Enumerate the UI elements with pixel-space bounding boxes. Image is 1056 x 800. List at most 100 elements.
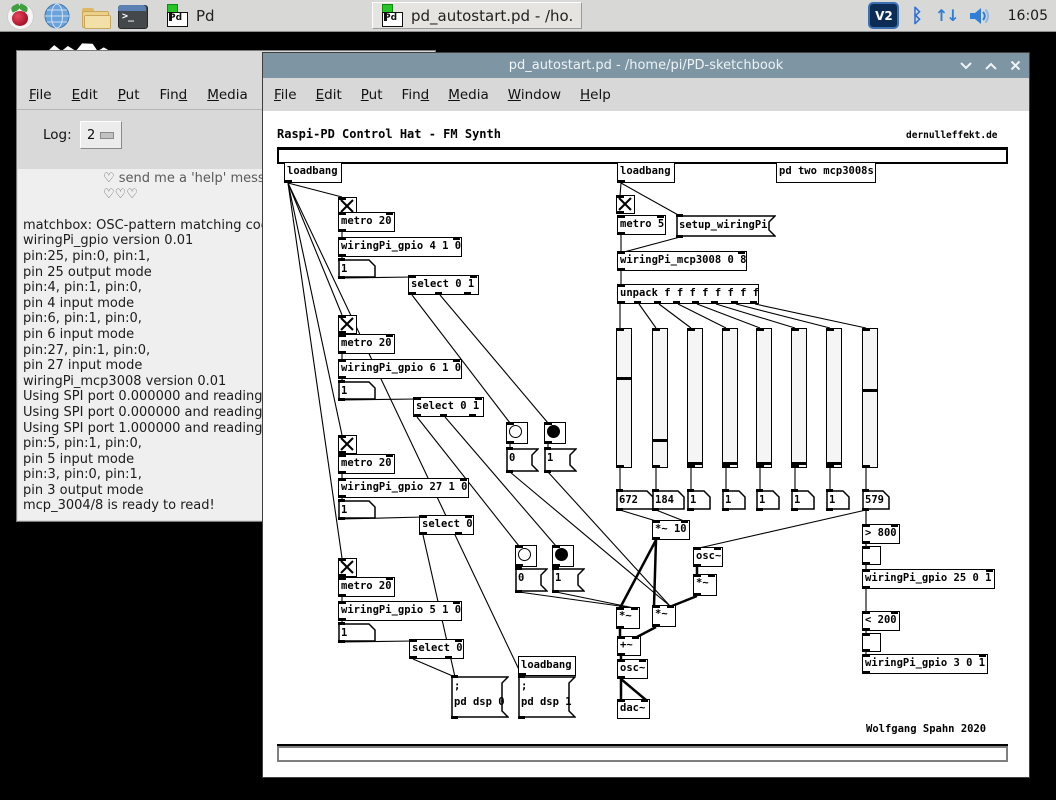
msg-0-a[interactable]: 0 — [506, 448, 539, 472]
bluetooth-icon[interactable]: ᛒ — [911, 5, 922, 27]
atom-ch7[interactable]: 579 — [862, 490, 890, 510]
obj-mul10[interactable]: *~ 10 — [652, 520, 690, 540]
obj-wiringpi-gpio-3[interactable]: wiringPi_gpio 3 0 1 — [862, 654, 988, 674]
atom-ch5[interactable]: 1 — [791, 490, 815, 510]
volume-icon[interactable] — [970, 6, 992, 26]
menu-item-put[interactable]: Put — [361, 87, 383, 103]
obj-wiringpi-gpio-27[interactable]: wiringPi_gpio 27 1 0 — [338, 478, 469, 498]
obj-mul-b[interactable]: *~ — [652, 605, 676, 627]
atom-ch3[interactable]: 1 — [722, 490, 746, 510]
slider-handle[interactable] — [617, 377, 631, 380]
obj-pd-two-mcp3008s[interactable]: pd two mcp3008s — [776, 162, 876, 183]
menu-item-put[interactable]: Put — [118, 87, 140, 103]
obj-loadbang-2[interactable]: loadbang — [518, 656, 576, 676]
bang-off-2[interactable] — [515, 545, 537, 567]
shade-button-icon[interactable] — [960, 62, 972, 70]
obj-loadbang-3[interactable]: loadbang — [617, 162, 675, 183]
slider-ch3[interactable] — [722, 328, 738, 468]
network-arrows-icon[interactable]: ↑↓ — [935, 6, 958, 25]
obj-wiringpi-gpio-5[interactable]: wiringPi_gpio 5 1 0 — [338, 601, 462, 621]
atom-ch6[interactable]: 1 — [826, 490, 850, 510]
obj-plus[interactable]: +~ — [617, 636, 641, 656]
obj-gt-800[interactable]: > 800 — [862, 524, 900, 544]
obj-metro-20-a[interactable]: metro 20 — [338, 212, 395, 232]
atom-gpio6-value[interactable]: 1 — [338, 381, 376, 400]
task-button-pd-autostart[interactable]: Pd pd_autostart.pd - /ho... — [372, 2, 582, 29]
toggle-gpio27[interactable] — [338, 435, 357, 454]
menu-item-find[interactable]: Find — [160, 87, 188, 103]
obj-metro-20-b[interactable]: metro 20 — [338, 334, 395, 354]
msg-1-a[interactable]: 1 — [544, 448, 577, 472]
obj-metro-20-d[interactable]: metro 20 — [338, 577, 395, 597]
obj-osc-mod[interactable]: osc~ — [693, 547, 723, 567]
menu-item-find[interactable]: Find — [402, 87, 430, 103]
obj-osc-main[interactable]: osc~ — [617, 659, 648, 679]
obj-unpack[interactable]: unpack f f f f f f f f — [617, 284, 759, 304]
menu-item-edit[interactable]: Edit — [72, 87, 98, 103]
toggle-gt800[interactable] — [862, 546, 881, 565]
slider-ch7[interactable] — [862, 328, 878, 468]
msg-0-b[interactable]: 0 — [515, 568, 548, 592]
menu-item-file[interactable]: File — [29, 87, 52, 103]
slider-handle[interactable] — [863, 389, 877, 392]
msg-pd-dsp-0[interactable]: ; pd dsp 0 — [451, 676, 509, 718]
outlet-nub — [863, 586, 870, 589]
obj-mul-a[interactable]: *~ — [616, 607, 640, 629]
menu-item-file[interactable]: File — [274, 87, 297, 103]
atom-gpio5-value[interactable]: 1 — [338, 623, 376, 642]
atom-gpio27-value[interactable]: 1 — [338, 500, 376, 519]
atom-ch2[interactable]: 1 — [687, 490, 711, 510]
slider-handle[interactable] — [653, 439, 667, 442]
atom-ch4[interactable]: 1 — [756, 490, 780, 510]
obj-mul-c[interactable]: *~ — [693, 574, 717, 596]
patch-titlebar[interactable]: pd_autostart.pd - /home/pi/PD-sketchbook — [263, 53, 1029, 78]
obj-select-0-c[interactable]: select 0 — [419, 515, 474, 535]
slider-ch5[interactable] — [791, 328, 807, 468]
slider-ch1[interactable] — [652, 328, 668, 468]
obj-wiringpi-mcp3008[interactable]: wiringPi_mcp3008 0 8 — [617, 251, 747, 271]
obj-select-0-1-a[interactable]: select 0 1 — [408, 275, 479, 295]
msg-1-b[interactable]: 1 — [552, 568, 585, 592]
toggle-lt200[interactable] — [862, 633, 881, 652]
menu-item-edit[interactable]: Edit — [316, 87, 342, 103]
menu-item-help[interactable]: Help — [580, 87, 611, 103]
vnc-icon[interactable]: V2 — [868, 2, 899, 29]
obj-lt-200[interactable]: < 200 — [862, 611, 900, 631]
patch-canvas[interactable]: Raspi-PD Control Hat - FM Synthdernullef… — [263, 111, 1029, 777]
toggle-gpio6[interactable] — [338, 315, 357, 334]
obj-select-0-1-b[interactable]: select 0 1 — [413, 397, 484, 417]
msg-setup-wiringpi[interactable]: setup_wiringPi — [676, 215, 776, 237]
bang-on-1[interactable] — [544, 422, 566, 444]
toggle-metro5[interactable] — [616, 195, 635, 214]
bang-on-2[interactable] — [552, 545, 574, 567]
atom-gpio4-value[interactable]: 1 — [338, 259, 376, 278]
log-level-select[interactable]: 2 — [80, 121, 122, 149]
atom-ch1[interactable]: 184 — [652, 490, 685, 510]
obj-dac[interactable]: dac~ — [617, 699, 650, 719]
slider-ch4[interactable] — [756, 328, 772, 468]
obj-metro-5[interactable]: metro 5 — [617, 215, 666, 235]
slider-ch0[interactable] — [616, 328, 632, 468]
terminal-icon[interactable]: >_ — [117, 2, 145, 29]
obj-wiringpi-gpio-4[interactable]: wiringPi_gpio 4 1 0 — [338, 237, 462, 257]
file-manager-icon[interactable] — [80, 2, 108, 29]
web-browser-icon[interactable] — [43, 2, 71, 29]
msg-pd-dsp-1[interactable]: ; pd dsp 1 — [518, 676, 576, 718]
obj-metro-20-c[interactable]: metro 20 — [338, 454, 395, 474]
bang-off-1[interactable] — [506, 422, 528, 444]
menu-item-media[interactable]: Media — [448, 87, 489, 103]
obj-loadbang-1[interactable]: loadbang — [284, 162, 342, 183]
task-button-pd-console[interactable]: Pd Pd — [157, 2, 372, 29]
raspberry-menu-icon[interactable] — [6, 2, 34, 29]
close-button-icon[interactable] — [1010, 60, 1021, 71]
menu-item-window[interactable]: Window — [508, 87, 561, 103]
slider-ch2[interactable] — [687, 328, 703, 468]
maximize-button-icon[interactable] — [985, 62, 997, 70]
menu-item-media[interactable]: Media — [207, 87, 248, 103]
slider-ch6[interactable] — [826, 328, 842, 468]
toggle-gpio5[interactable] — [338, 558, 357, 577]
obj-wiringpi-gpio-25[interactable]: wiringPi_gpio 25 0 1 — [862, 569, 995, 589]
obj-wiringpi-gpio-6[interactable]: wiringPi_gpio 6 1 0 — [338, 359, 462, 379]
obj-select-0-d[interactable]: select 0 — [409, 639, 464, 659]
atom-ch0[interactable]: 672 — [616, 490, 654, 510]
